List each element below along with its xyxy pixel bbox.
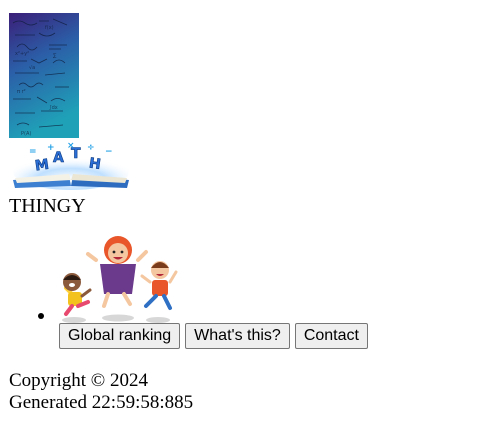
svg-text:π r²: π r² <box>17 89 26 95</box>
jumping-kids-illustration <box>52 234 192 326</box>
hero-image: f(x) x²+y² ∑ √a π r² ∫dx P(A) <box>9 13 79 138</box>
whats-this-button[interactable]: What's this? <box>185 323 290 349</box>
svg-text:P(A): P(A) <box>21 131 31 137</box>
contact-button[interactable]: Contact <box>294 323 368 349</box>
svg-text:x²+y²: x²+y² <box>15 51 29 57</box>
svg-text:×: × <box>67 141 75 151</box>
svg-text:÷: ÷ <box>87 143 95 153</box>
list-bullet <box>38 313 44 319</box>
logo-letter-m: M <box>34 157 50 175</box>
site-name: THINGY <box>9 195 86 217</box>
logo-letter-a: A <box>53 150 64 166</box>
svg-text:∫dx: ∫dx <box>49 105 58 111</box>
svg-text:√a: √a <box>29 65 35 71</box>
footer: Copyright © 2024 Generated 22:59:58:885 <box>9 370 193 414</box>
generated-timestamp: Generated 22:59:58:885 <box>9 392 194 413</box>
logo-letter-h: H <box>88 156 102 173</box>
svg-text:−: − <box>105 147 113 157</box>
svg-text:=: = <box>29 147 37 157</box>
global-ranking-button[interactable]: Global ranking <box>59 323 181 349</box>
math-book-logo: M A T H = + × ÷ − <box>9 140 133 192</box>
svg-text:+: + <box>47 143 55 153</box>
nav-buttons: Global ranking What's this? Contact <box>59 323 368 349</box>
copyright-text: Copyright © 2024 <box>9 370 148 391</box>
svg-text:f(x): f(x) <box>45 25 54 31</box>
